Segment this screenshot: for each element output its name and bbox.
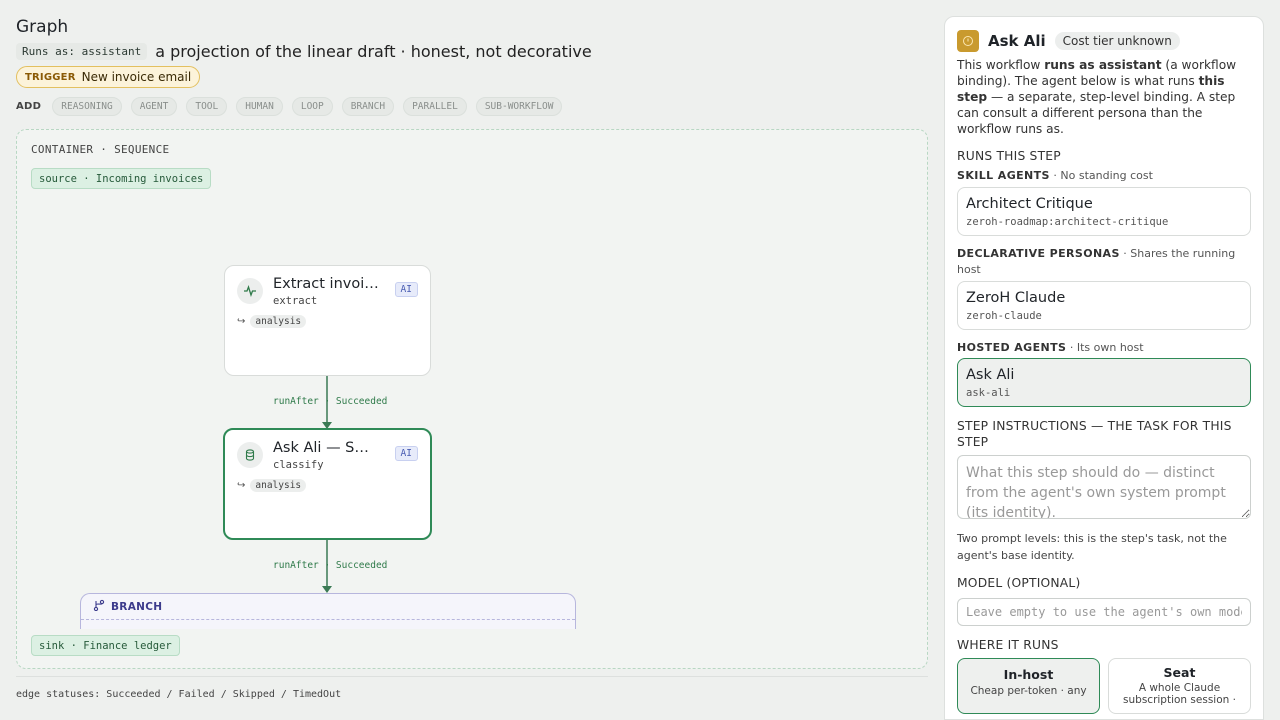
branch-block[interactable]: BRANCH xyxy=(80,593,576,629)
activity-icon xyxy=(237,278,263,304)
node-annotation: ↪ analysis xyxy=(237,479,307,492)
branch-divider xyxy=(81,619,575,620)
annotation-chip: analysis xyxy=(250,315,307,328)
agent-option-zeroh-claude[interactable]: ZeroH Claude zeroh-claude xyxy=(957,281,1251,330)
source-badge: source · Incoming invoices xyxy=(31,168,212,189)
agent-avatar-icon xyxy=(957,30,979,52)
declarative-personas-heading: DECLARATIVE PERSONAS · Shares the runnin… xyxy=(957,247,1236,276)
graph-subtitle: Runs as: assistant a projection of the l… xyxy=(16,42,592,61)
container-title: CONTAINER · SEQUENCE xyxy=(31,143,170,156)
add-human-button[interactable]: HUMAN xyxy=(236,97,283,116)
step-inspector-panel: Ask Ali Cost tier unknown This workflow … xyxy=(944,16,1264,720)
run-location-desc: Cheap per-token · any xyxy=(970,685,1087,697)
agent-option-architect-critique[interactable]: Architect Critique zeroh-roadmap:archite… xyxy=(957,187,1251,236)
panel-header: Ask Ali Cost tier unknown xyxy=(957,30,1180,52)
node-kind: extract xyxy=(273,295,318,307)
add-label: ADD xyxy=(16,101,42,112)
add-loop-button[interactable]: LOOP xyxy=(291,97,333,116)
model-input[interactable] xyxy=(957,598,1251,626)
trigger-badge[interactable]: TRIGGER New invoice email xyxy=(16,66,201,88)
edge-label: runAfter · Succeeded xyxy=(273,560,388,571)
runs-as-badge: Runs as: assistant xyxy=(16,43,148,60)
annotation-arrow-icon: ↪ xyxy=(237,316,246,327)
prompt-levels-hint: Two prompt levels: this is the step's ta… xyxy=(957,532,1227,562)
step-instructions-label: STEP INSTRUCTIONS — THE TASK FOR THIS ST… xyxy=(957,419,1232,449)
add-toolbar: ADD REASONING AGENT TOOL HUMAN LOOP BRAN… xyxy=(16,97,563,116)
panel-intro: This workflow runs as assistant (a workf… xyxy=(957,58,1237,136)
agent-option-id: zeroh-claude xyxy=(966,310,1042,322)
sink-badge: sink · Finance ledger xyxy=(31,635,180,656)
agent-option-name: Architect Critique xyxy=(966,196,1093,212)
workflow-node-extract[interactable]: Extract invoice fields extract AI ↪ anal… xyxy=(224,265,431,376)
run-location-desc: A whole Claude subscription session · xyxy=(1123,682,1236,706)
add-tool-button[interactable]: TOOL xyxy=(186,97,228,116)
edge-arrow-2 xyxy=(322,586,332,593)
add-branch-button[interactable]: BRANCH xyxy=(341,97,395,116)
add-reasoning-button[interactable]: REASONING xyxy=(52,97,122,116)
hosted-agents-heading: HOSTED AGENTS · Its own host xyxy=(957,341,1144,354)
agent-option-id: zeroh-roadmap:architect-critique xyxy=(966,216,1169,228)
graph-pane: Graph Runs as: assistant a projection of… xyxy=(16,0,928,720)
edge-status-legend: edge statuses: Succeeded / Failed / Skip… xyxy=(16,689,342,700)
add-sub-workflow-button[interactable]: SUB-WORKFLOW xyxy=(475,97,563,116)
node-name: Extract invoice fields xyxy=(273,276,385,292)
runs-this-step-heading: RUNS THIS STEP xyxy=(957,149,1061,163)
ai-badge: AI xyxy=(394,282,418,297)
agent-option-ask-ali[interactable]: Ask Ali ask-ali xyxy=(957,358,1251,407)
ai-badge: AI xyxy=(394,446,418,461)
model-label: MODEL (OPTIONAL) xyxy=(957,576,1081,590)
where-it-runs-label: WHERE IT RUNS xyxy=(957,638,1059,652)
node-name: Ask Ali — Shortlist xyxy=(273,440,377,456)
run-location-in-host[interactable]: In-host Cheap per-token · any xyxy=(957,658,1100,714)
database-icon xyxy=(237,442,263,468)
edge-label: runAfter · Succeeded xyxy=(273,396,388,407)
workflow-node-classify[interactable]: Ask Ali — Shortlist classify AI ↪ analys… xyxy=(223,428,432,540)
run-location-title: Seat xyxy=(1163,665,1196,680)
node-annotation: ↪ analysis xyxy=(237,315,307,328)
branch-header: BRANCH xyxy=(93,599,162,614)
agent-option-id: ask-ali xyxy=(966,387,1011,399)
panel-agent-name: Ask Ali xyxy=(988,32,1046,50)
skill-agents-heading: SKILL AGENTS · No standing cost xyxy=(957,169,1153,182)
add-agent-button[interactable]: AGENT xyxy=(130,97,178,116)
branch-icon xyxy=(93,599,105,614)
sequence-container: CONTAINER · SEQUENCE source · Incoming i… xyxy=(16,129,928,669)
edges-layer xyxy=(322,376,332,593)
trigger-tag: TRIGGER xyxy=(25,71,76,83)
run-location-seat[interactable]: Seat A whole Claude subscription session… xyxy=(1108,658,1251,714)
step-instructions-input[interactable] xyxy=(957,455,1251,519)
trigger-value: New invoice email xyxy=(81,70,192,84)
agent-option-name: Ask Ali xyxy=(966,367,1015,383)
cost-tier-badge: Cost tier unknown xyxy=(1054,32,1180,50)
branch-label: BRANCH xyxy=(111,600,163,613)
graph-description: a projection of the linear draft · hones… xyxy=(155,42,592,61)
node-kind: classify xyxy=(273,459,324,471)
page-title: Graph xyxy=(16,17,69,37)
annotation-chip: analysis xyxy=(250,479,307,492)
add-parallel-button[interactable]: PARALLEL xyxy=(403,97,467,116)
footer-divider xyxy=(16,676,928,677)
annotation-arrow-icon: ↪ xyxy=(237,480,246,491)
run-location-title: In-host xyxy=(1003,667,1054,682)
agent-option-name: ZeroH Claude xyxy=(966,290,1066,306)
